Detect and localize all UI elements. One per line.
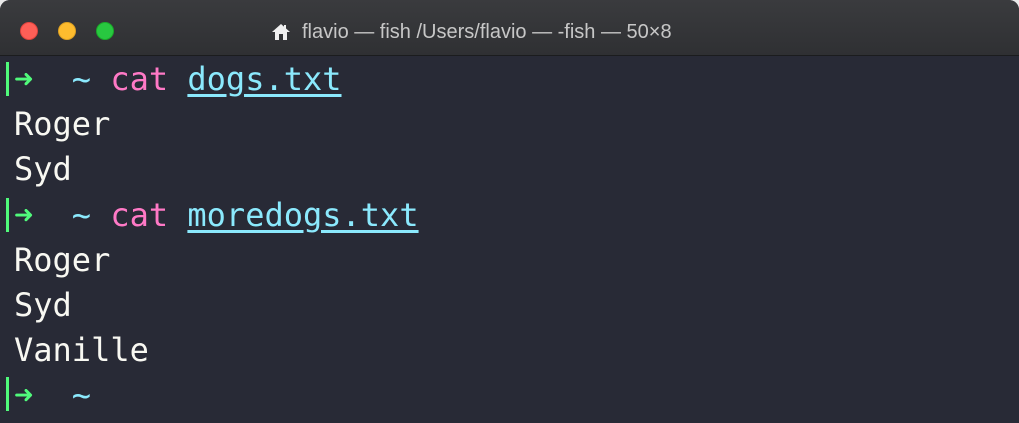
output-line: Syd bbox=[14, 286, 72, 324]
window-title: flavio — fish /Users/flavio — -fish — 50… bbox=[270, 19, 672, 45]
file-argument-link[interactable]: moredogs.txt bbox=[187, 196, 418, 234]
title-bar[interactable]: flavio — fish /Users/flavio — -fish — 50… bbox=[0, 0, 1019, 56]
file-argument-link[interactable]: dogs.txt bbox=[187, 60, 341, 98]
command: cat bbox=[110, 196, 169, 234]
prompt-arrow: ➜ bbox=[14, 196, 34, 234]
prompt-cwd: ~ bbox=[71, 60, 92, 98]
output-line: Syd bbox=[14, 150, 72, 188]
minimize-button[interactable] bbox=[58, 22, 76, 40]
prompt-line: ➜ ~ cat moredogs.txt bbox=[14, 192, 419, 238]
prompt-marker bbox=[6, 377, 9, 411]
output-line: Vanille bbox=[14, 331, 149, 369]
prompt-arrow: ➜ bbox=[14, 60, 34, 98]
window-title-text: flavio — fish /Users/flavio — -fish — 50… bbox=[302, 20, 672, 43]
prompt-cwd: ~ bbox=[71, 376, 92, 414]
prompt-cwd: ~ bbox=[71, 196, 92, 234]
close-button[interactable] bbox=[20, 22, 38, 40]
home-icon bbox=[270, 22, 292, 42]
terminal-window: flavio — fish /Users/flavio — -fish — 50… bbox=[0, 0, 1019, 423]
zoom-button[interactable] bbox=[96, 22, 114, 40]
terminal-content[interactable]: ➜ ~ cat dogs.txt Roger Syd ➜ ~ cat mored… bbox=[0, 56, 1019, 423]
prompt-arrow: ➜ bbox=[14, 376, 34, 414]
prompt-line: ➜ ~ cat dogs.txt bbox=[14, 56, 342, 102]
prompt-marker bbox=[6, 198, 9, 232]
prompt-marker bbox=[6, 62, 9, 96]
output-line: Roger bbox=[14, 105, 111, 143]
command: cat bbox=[110, 60, 169, 98]
output-line: Roger bbox=[14, 241, 111, 279]
prompt-line[interactable]: ➜ ~ bbox=[14, 372, 91, 418]
